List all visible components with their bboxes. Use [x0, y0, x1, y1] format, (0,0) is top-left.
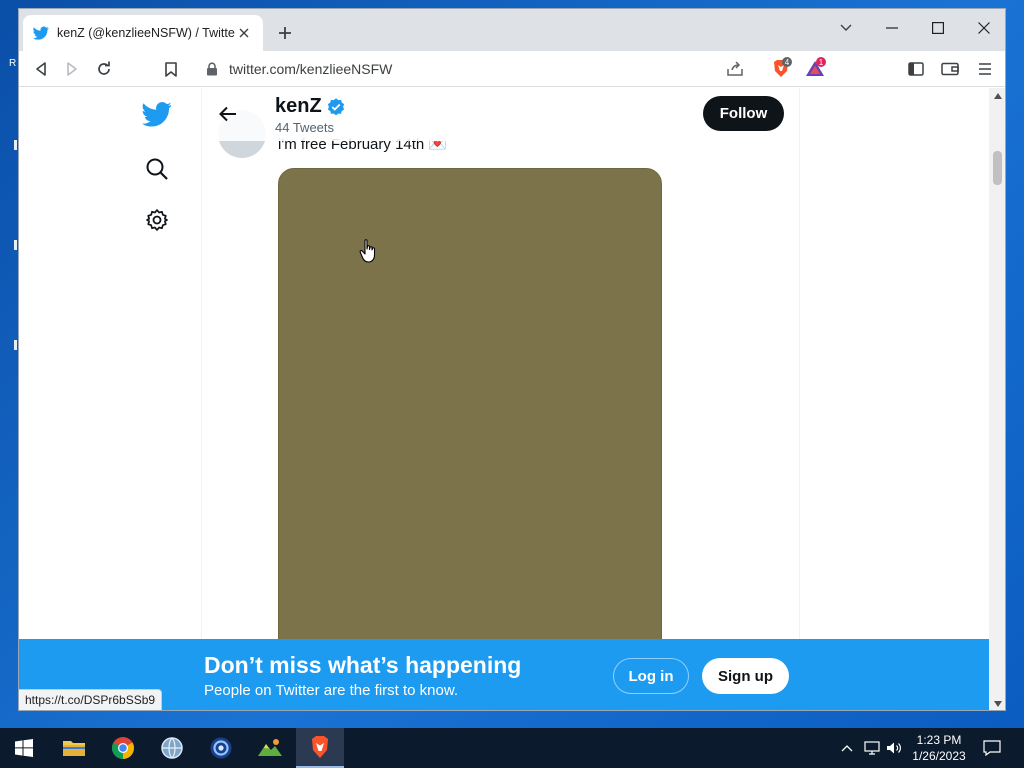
address-bar[interactable]: twitter.com/kenzlieeNSFW [191, 55, 746, 83]
desktop-icon-fragment [14, 140, 17, 150]
tweet-count: 44 Tweets [275, 120, 335, 135]
clock-date: 1/26/2023 [912, 749, 966, 763]
tweet[interactable]: i'm free February 14th 💌 [202, 88, 799, 710]
windows-taskbar: 1:23 PM 1/26/2023 [0, 728, 1024, 768]
twitter-logo-icon[interactable] [142, 99, 172, 129]
share-icon[interactable] [723, 57, 747, 81]
volume-icon[interactable] [884, 728, 904, 768]
forward-nav-icon[interactable] [60, 57, 84, 81]
clock-time: 1:23 PM [916, 733, 962, 747]
desktop-edge-label: R [9, 58, 17, 69]
main-column: i'm free February 14th 💌 kenZ 44 Tweets F… [202, 88, 800, 710]
tab-title: kenZ (@kenzlieeNSFW) / Twitter [57, 26, 235, 40]
profile-name: kenZ [275, 95, 346, 118]
maximize-icon[interactable] [915, 15, 961, 41]
notifications-icon[interactable] [978, 728, 1006, 768]
sidebar-toggle-icon[interactable] [904, 57, 928, 81]
rewards-badge-count: 1 [819, 58, 824, 67]
new-tab-icon[interactable] [275, 23, 295, 43]
twitter-page: i'm free February 14th 💌 kenZ 44 Tweets F… [19, 88, 989, 710]
twitter-favicon-icon [33, 26, 49, 40]
settings-gear-icon[interactable] [142, 205, 172, 235]
network-icon[interactable] [862, 728, 882, 768]
taskbar-clock[interactable]: 1:23 PM 1/26/2023 [906, 732, 972, 764]
file-explorer-icon[interactable] [50, 728, 98, 768]
verified-badge-icon [327, 97, 344, 115]
wallet-icon[interactable] [938, 57, 962, 81]
back-nav-icon[interactable] [29, 57, 53, 81]
signup-banner: Don’t miss what’s happening People on Tw… [19, 639, 989, 710]
browser-toolbar: twitter.com/kenzlieeNSFW 4 1 [19, 51, 1005, 87]
signup-button[interactable]: Sign up [702, 658, 789, 694]
url-text: twitter.com/kenzlieeNSFW [229, 61, 393, 77]
scroll-down-arrow-icon[interactable] [993, 699, 1002, 708]
minimize-icon[interactable] [869, 15, 915, 41]
desktop-icon-fragment [14, 240, 17, 250]
bookmark-icon[interactable] [159, 57, 183, 81]
scroll-up-arrow-icon[interactable] [993, 91, 1002, 100]
login-button[interactable]: Log in [613, 658, 689, 694]
reload-icon[interactable] [92, 57, 116, 81]
page-scrollbar[interactable] [989, 88, 1005, 710]
left-nav [19, 88, 202, 710]
hand-cursor-icon [359, 239, 376, 263]
browser-window: kenZ (@kenzlieeNSFW) / Twitter twitter.c… [18, 8, 1006, 711]
brave-shield-icon[interactable]: 4 [769, 57, 793, 81]
tweet-media[interactable] [278, 168, 662, 668]
search-icon[interactable] [142, 154, 172, 184]
scrollbar-thumb[interactable] [993, 151, 1002, 185]
browser-tab[interactable]: kenZ (@kenzlieeNSFW) / Twitter [23, 15, 263, 51]
desktop-icon-fragment [14, 340, 17, 350]
show-hidden-icons-chevron-icon[interactable] [838, 728, 856, 768]
chrome-icon[interactable] [99, 728, 147, 768]
desktop-edge: R [0, 0, 18, 728]
brave-rewards-icon[interactable]: 1 [803, 57, 827, 81]
link-status-url: https://t.co/DSPr6bSSb9 [19, 689, 163, 710]
profile-name-text: kenZ [275, 95, 322, 117]
network-globe-icon[interactable] [148, 728, 196, 768]
shield-badge-count: 4 [785, 58, 790, 67]
banner-subtitle: People on Twitter are the first to know. [204, 682, 459, 699]
follow-button[interactable]: Follow [703, 96, 784, 131]
brave-browser-icon[interactable] [296, 728, 344, 768]
windows-start-icon[interactable] [0, 728, 48, 768]
tab-search-chevron-icon[interactable] [823, 15, 869, 41]
app-orb-icon[interactable] [197, 728, 245, 768]
close-window-icon[interactable] [961, 15, 1005, 41]
app-landscape-icon[interactable] [246, 728, 294, 768]
profile-header: kenZ 44 Tweets Follow [202, 88, 799, 141]
menu-icon[interactable] [973, 57, 997, 81]
tab-bar: kenZ (@kenzlieeNSFW) / Twitter [19, 9, 1005, 51]
banner-title: Don’t miss what’s happening [204, 652, 522, 678]
back-arrow-icon[interactable] [214, 100, 242, 128]
tab-close-icon[interactable] [235, 24, 253, 42]
lock-icon [207, 62, 217, 76]
